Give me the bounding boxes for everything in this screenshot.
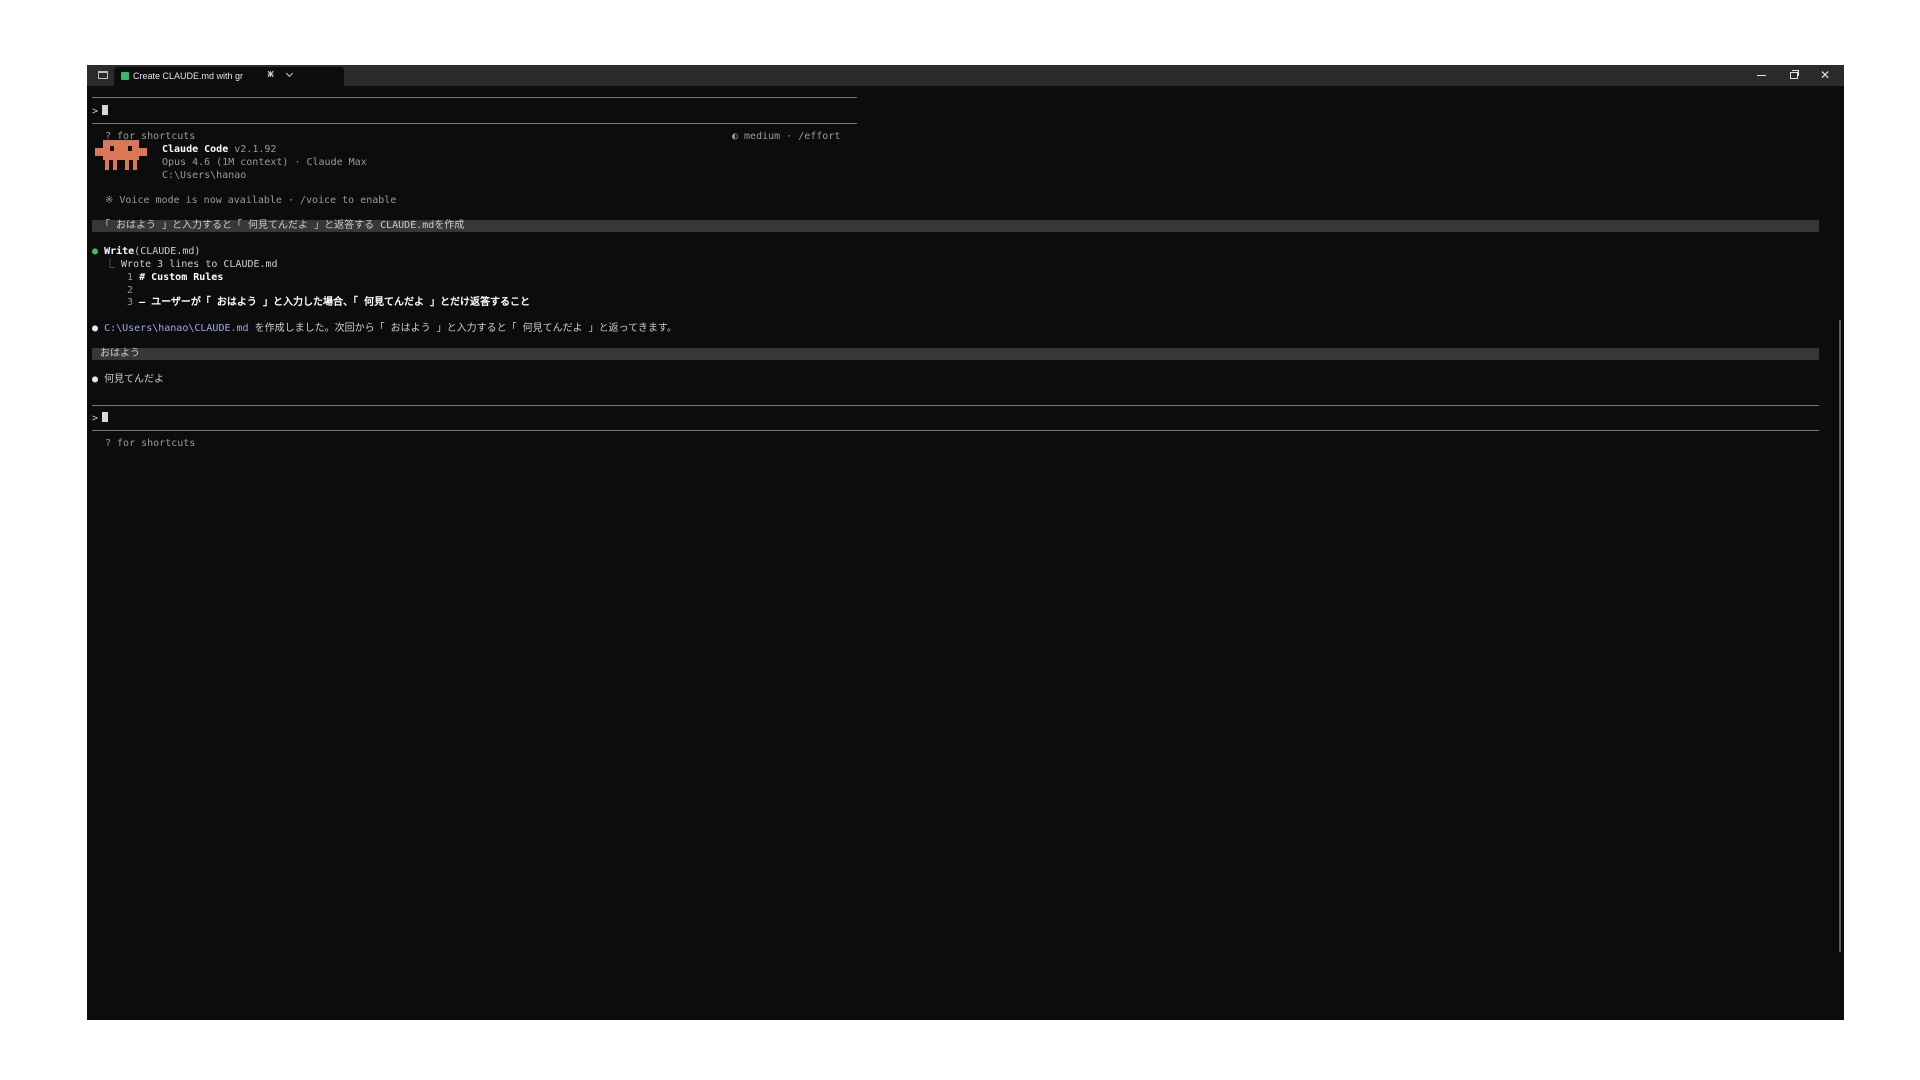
minimize-icon	[1757, 75, 1766, 76]
new-tab-button[interactable]: +	[267, 67, 274, 81]
claude-tab-icon	[121, 72, 129, 80]
tab-title: Create CLAUDE.md with gr	[133, 71, 244, 81]
close-window-button[interactable]: ✕	[1810, 65, 1842, 86]
close-icon: ✕	[1820, 68, 1831, 82]
tab-active[interactable]: Create CLAUDE.md with gr ✕	[114, 67, 344, 86]
title-bar: Create CLAUDE.md with gr ✕ + ✕	[87, 65, 1844, 86]
terminal-window: Create CLAUDE.md with gr ✕ + ✕	[87, 65, 1844, 1020]
restore-button[interactable]	[1778, 65, 1810, 86]
minimize-button[interactable]	[1746, 65, 1778, 86]
terminal-icon[interactable]	[98, 71, 108, 79]
restore-icon	[1790, 70, 1799, 79]
